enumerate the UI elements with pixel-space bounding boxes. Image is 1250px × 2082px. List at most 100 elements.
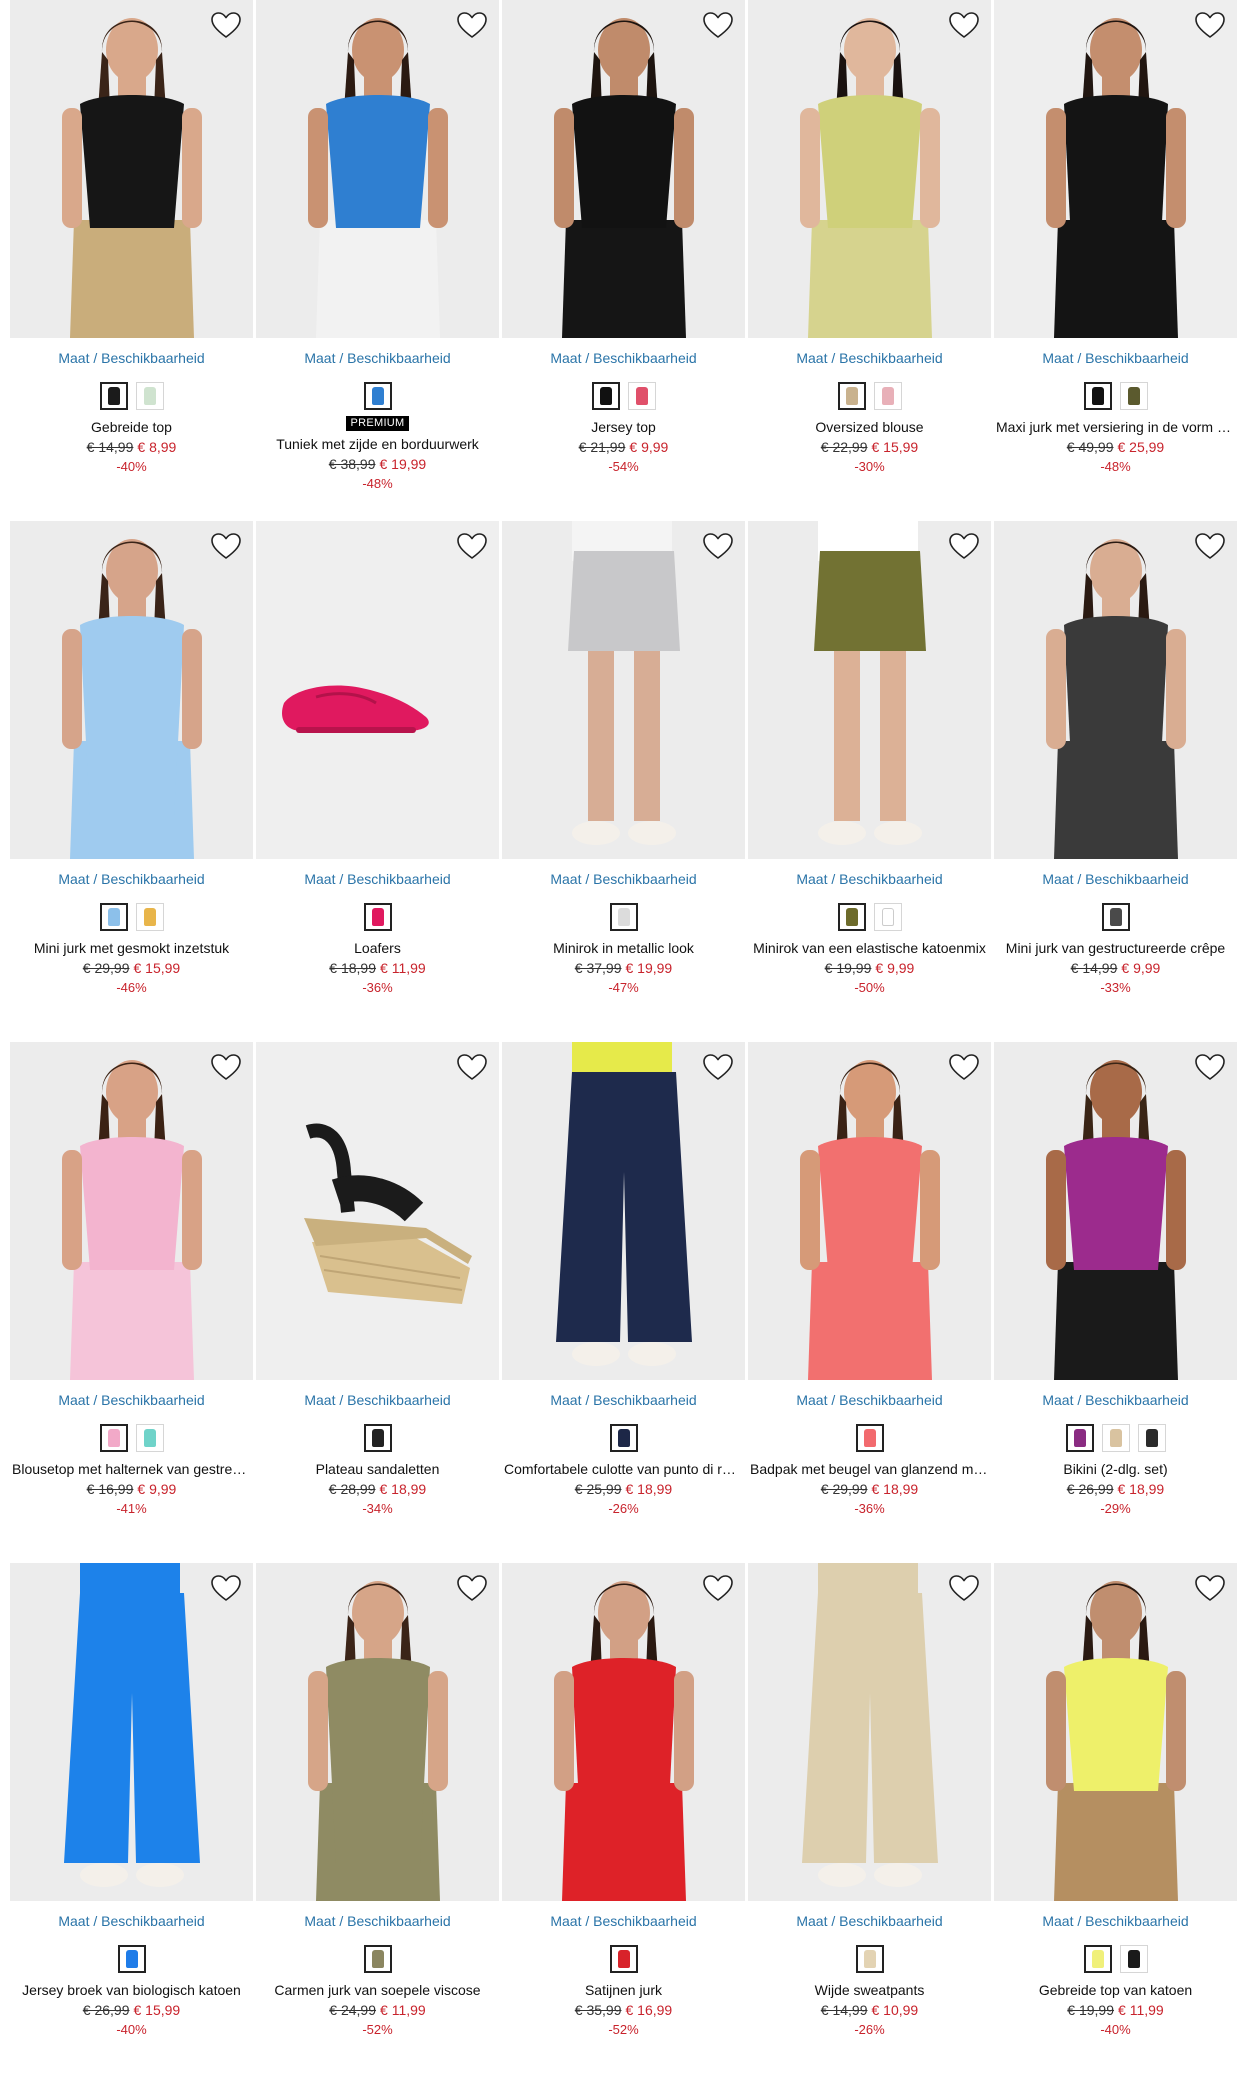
color-swatch[interactable]: [1083, 1945, 1112, 1973]
wishlist-heart-icon[interactable]: [947, 1571, 981, 1605]
size-availability-link[interactable]: Maat / Beschikbaarheid: [994, 350, 1237, 366]
product-name[interactable]: Maxi jurk met versiering in de vorm van …: [994, 418, 1237, 436]
size-availability-link[interactable]: Maat / Beschikbaarheid: [256, 1392, 499, 1408]
color-swatch[interactable]: [135, 382, 164, 410]
color-swatch[interactable]: [855, 1945, 884, 1973]
color-swatch[interactable]: [855, 1424, 884, 1452]
size-availability-link[interactable]: Maat / Beschikbaarheid: [994, 1913, 1237, 1929]
product-image[interactable]: [10, 521, 253, 859]
product-name[interactable]: Satijnen jurk: [502, 1981, 745, 1999]
wishlist-heart-icon[interactable]: [209, 1050, 243, 1084]
product-card[interactable]: Maat / Beschikbaarheid Plateau sandalette…: [256, 1042, 499, 1563]
wishlist-heart-icon[interactable]: [455, 529, 489, 563]
product-card[interactable]: Maat / Beschikbaarheid Maxi jurk met vers…: [994, 0, 1237, 521]
color-swatch[interactable]: [135, 903, 164, 931]
product-name[interactable]: Oversized blouse: [748, 418, 991, 436]
size-availability-link[interactable]: Maat / Beschikbaarheid: [748, 350, 991, 366]
size-availability-link[interactable]: Maat / Beschikbaarheid: [748, 1913, 991, 1929]
color-swatch[interactable]: [627, 382, 656, 410]
product-image[interactable]: [748, 1563, 991, 1901]
size-availability-link[interactable]: Maat / Beschikbaarheid: [502, 871, 745, 887]
size-availability-link[interactable]: Maat / Beschikbaarheid: [256, 350, 499, 366]
color-swatch[interactable]: [99, 1424, 128, 1452]
product-card[interactable]: Maat / Beschikbaarheid Gebreide top € 14,9…: [10, 0, 253, 521]
color-swatch[interactable]: [1065, 1424, 1094, 1452]
size-availability-link[interactable]: Maat / Beschikbaarheid: [256, 871, 499, 887]
color-swatch[interactable]: [99, 903, 128, 931]
color-swatch[interactable]: [591, 382, 620, 410]
color-swatch[interactable]: [609, 1945, 638, 1973]
product-name[interactable]: Mini jurk van gestructureerde crêpe: [994, 939, 1237, 957]
color-swatch[interactable]: [117, 1945, 146, 1973]
color-swatch[interactable]: [1137, 1424, 1166, 1452]
color-swatch[interactable]: [1101, 1424, 1130, 1452]
product-name[interactable]: Jersey top: [502, 418, 745, 436]
wishlist-heart-icon[interactable]: [209, 1571, 243, 1605]
size-availability-link[interactable]: Maat / Beschikbaarheid: [502, 1392, 745, 1408]
wishlist-heart-icon[interactable]: [947, 529, 981, 563]
product-name[interactable]: Jersey broek van biologisch katoen: [10, 1981, 253, 1999]
product-image[interactable]: [502, 1042, 745, 1380]
product-image[interactable]: [10, 1042, 253, 1380]
product-image[interactable]: [748, 521, 991, 859]
product-image[interactable]: [994, 1563, 1237, 1901]
wishlist-heart-icon[interactable]: [701, 529, 735, 563]
product-card[interactable]: Maat / Beschikbaarheid Carmen jurk van so…: [256, 1563, 499, 2082]
size-availability-link[interactable]: Maat / Beschikbaarheid: [10, 871, 253, 887]
product-card[interactable]: Maat / Beschikbaarheid PREMIUM Tuniek met …: [256, 0, 499, 521]
size-availability-link[interactable]: Maat / Beschikbaarheid: [748, 1392, 991, 1408]
product-card[interactable]: Maat / Beschikbaarheid Bikini (2-dlg. set…: [994, 1042, 1237, 1563]
product-name[interactable]: Loafers: [256, 939, 499, 957]
product-image[interactable]: [502, 0, 745, 338]
product-image[interactable]: [748, 0, 991, 338]
product-image[interactable]: [256, 1042, 499, 1380]
product-card[interactable]: Maat / Beschikbaarheid Comfortabele culot…: [502, 1042, 745, 1563]
size-availability-link[interactable]: Maat / Beschikbaarheid: [10, 1913, 253, 1929]
size-availability-link[interactable]: Maat / Beschikbaarheid: [994, 871, 1237, 887]
product-name[interactable]: Gebreide top van katoen: [994, 1981, 1237, 1999]
wishlist-heart-icon[interactable]: [455, 1050, 489, 1084]
product-name[interactable]: Gebreide top: [10, 418, 253, 436]
product-card[interactable]: Maat / Beschikbaarheid Oversized blouse € …: [748, 0, 991, 521]
color-swatch[interactable]: [363, 382, 392, 410]
size-availability-link[interactable]: Maat / Beschikbaarheid: [256, 1913, 499, 1929]
product-image[interactable]: [256, 521, 499, 859]
color-swatch[interactable]: [135, 1424, 164, 1452]
wishlist-heart-icon[interactable]: [1193, 1050, 1227, 1084]
wishlist-heart-icon[interactable]: [209, 529, 243, 563]
wishlist-heart-icon[interactable]: [209, 8, 243, 42]
size-availability-link[interactable]: Maat / Beschikbaarheid: [502, 350, 745, 366]
product-name[interactable]: Comfortabele culotte van punto di roma: [502, 1460, 745, 1478]
wishlist-heart-icon[interactable]: [1193, 8, 1227, 42]
wishlist-heart-icon[interactable]: [947, 8, 981, 42]
color-swatch[interactable]: [609, 1424, 638, 1452]
product-image[interactable]: [10, 0, 253, 338]
product-image[interactable]: [994, 1042, 1237, 1380]
color-swatch[interactable]: [1119, 1945, 1148, 1973]
product-image[interactable]: [256, 0, 499, 338]
wishlist-heart-icon[interactable]: [455, 1571, 489, 1605]
product-name[interactable]: Bikini (2-dlg. set): [994, 1460, 1237, 1478]
product-image[interactable]: [748, 1042, 991, 1380]
product-image[interactable]: [256, 1563, 499, 1901]
color-swatch[interactable]: [99, 382, 128, 410]
product-card[interactable]: Maat / Beschikbaarheid Minirok in metalli…: [502, 521, 745, 1042]
color-swatch[interactable]: [1119, 382, 1148, 410]
product-card[interactable]: Maat / Beschikbaarheid Badpak met beugel …: [748, 1042, 991, 1563]
wishlist-heart-icon[interactable]: [1193, 529, 1227, 563]
wishlist-heart-icon[interactable]: [701, 1571, 735, 1605]
product-card[interactable]: Maat / Beschikbaarheid Satijnen jurk € 35,…: [502, 1563, 745, 2082]
color-swatch[interactable]: [363, 1945, 392, 1973]
size-availability-link[interactable]: Maat / Beschikbaarheid: [10, 1392, 253, 1408]
product-card[interactable]: Maat / Beschikbaarheid Mini jurk van gest…: [994, 521, 1237, 1042]
product-card[interactable]: Maat / Beschikbaarheid Minirok van een el…: [748, 521, 991, 1042]
color-swatch[interactable]: [1083, 382, 1112, 410]
color-swatch[interactable]: [609, 903, 638, 931]
color-swatch[interactable]: [837, 903, 866, 931]
size-availability-link[interactable]: Maat / Beschikbaarheid: [748, 871, 991, 887]
product-image[interactable]: [502, 521, 745, 859]
product-card[interactable]: Maat / Beschikbaarheid Blousetop met halt…: [10, 1042, 253, 1563]
product-name[interactable]: Tuniek met zijde en borduurwerk: [256, 435, 499, 453]
product-card[interactable]: Maat / Beschikbaarheid Gebreide top van k…: [994, 1563, 1237, 2082]
product-card[interactable]: Maat / Beschikbaarheid Jersey top € 21,99 €…: [502, 0, 745, 521]
